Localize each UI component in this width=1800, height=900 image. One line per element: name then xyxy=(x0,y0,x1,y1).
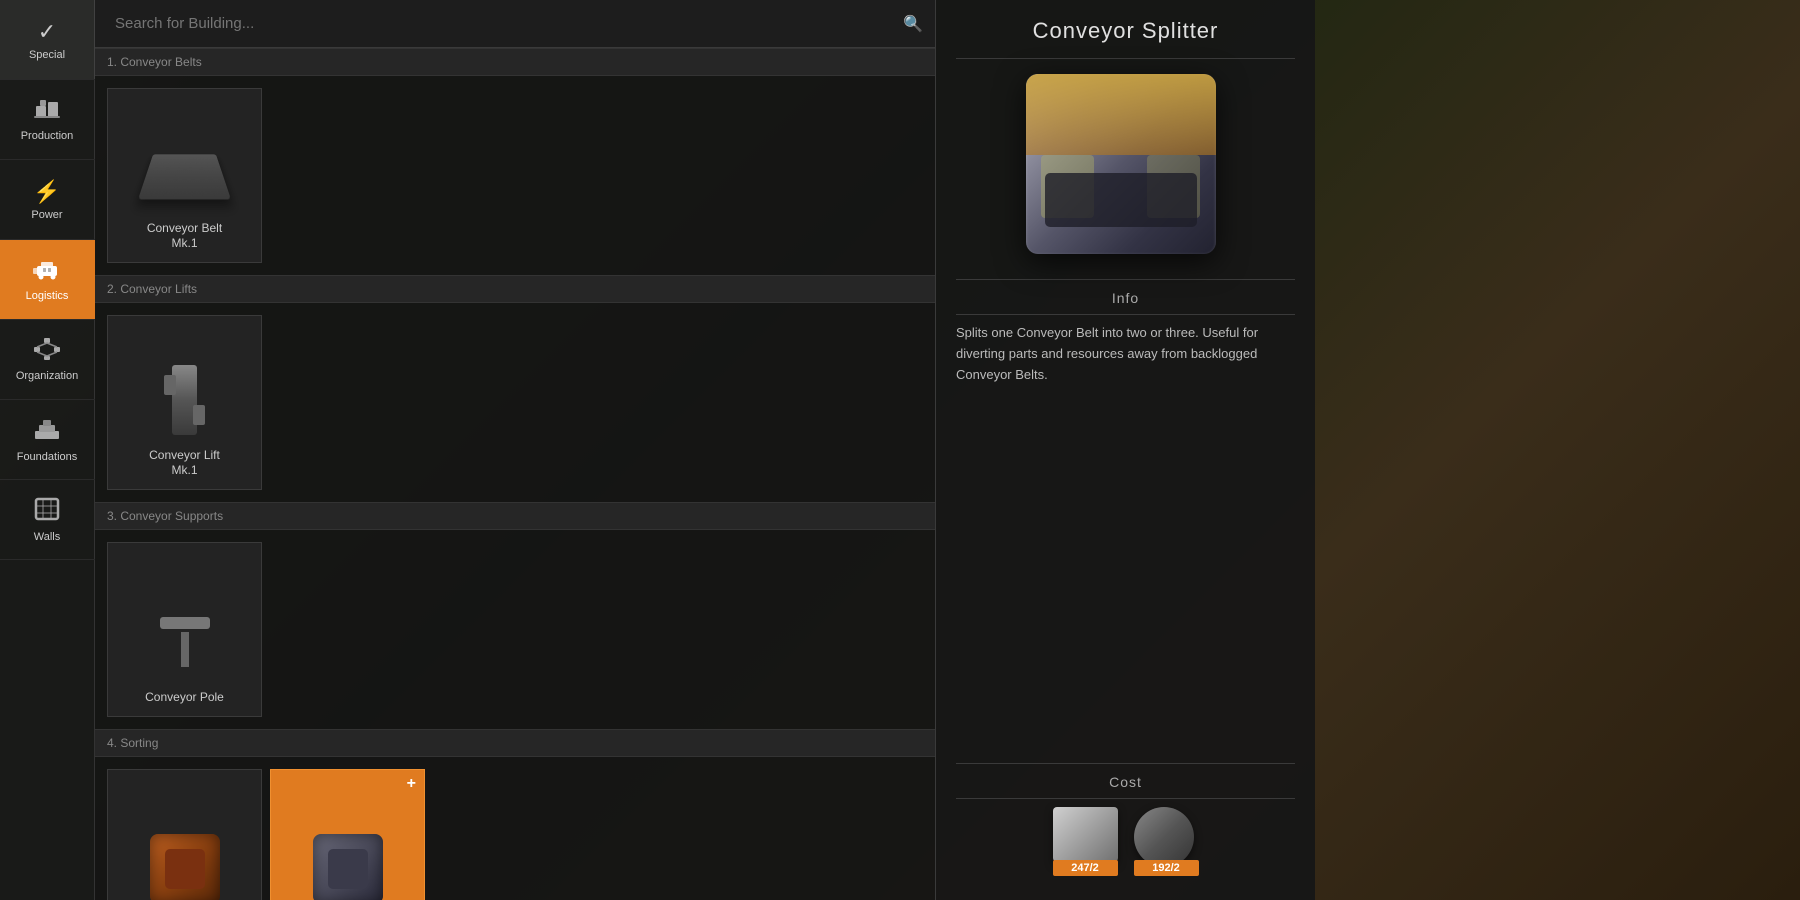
game-world xyxy=(1315,0,1800,900)
sidebar-item-organization[interactable]: Organization xyxy=(0,320,95,400)
sidebar-item-special[interactable]: ✓ Special xyxy=(0,0,95,80)
detail-image-container xyxy=(936,59,1315,279)
cost-items: 247/2 192/2 xyxy=(936,799,1315,880)
detail-description: Splits one Conveyor Belt into two or thr… xyxy=(936,315,1315,401)
production-icon xyxy=(34,98,60,126)
section-items-sorting: Conveyor Merger + Conveyor Splitter xyxy=(95,757,935,900)
splitter-opening-right xyxy=(1147,155,1200,218)
cost-item-iron-plate: 247/2 xyxy=(1053,807,1118,872)
building-item-conveyor-pole[interactable]: Conveyor Pole xyxy=(107,542,262,717)
round-item-image: 192/2 xyxy=(1134,807,1199,872)
building-panel: 🔍 1. Conveyor Belts Conveyor Belt Mk.1 2… xyxy=(95,0,935,900)
splitter-opening-left xyxy=(1041,155,1094,218)
section-header-conveyor-lifts: 2. Conveyor Lifts xyxy=(95,275,935,303)
round-item-icon xyxy=(1134,807,1194,867)
search-bar: 🔍 xyxy=(95,0,935,48)
sidebar-label-power: Power xyxy=(31,209,62,221)
building-list: 1. Conveyor Belts Conveyor Belt Mk.1 2. … xyxy=(95,48,935,900)
splitter-3d-model xyxy=(1026,74,1216,254)
section-items-conveyor-lifts: Conveyor Lift Mk.1 xyxy=(95,303,935,502)
section-header-sorting: 4. Sorting xyxy=(95,729,935,757)
sidebar-label-foundations: Foundations xyxy=(17,451,78,463)
section-header-conveyor-supports: 3. Conveyor Supports xyxy=(95,502,935,530)
sidebar-label-organization: Organization xyxy=(16,370,78,382)
walls-icon xyxy=(34,497,60,527)
building-item-conveyor-lift-mk1[interactable]: Conveyor Lift Mk.1 xyxy=(107,315,262,490)
sidebar-label-production: Production xyxy=(21,130,74,142)
search-input[interactable] xyxy=(107,15,903,32)
conveyor-belt-name: Conveyor Belt Mk.1 xyxy=(147,221,222,252)
sidebar-item-logistics[interactable]: Logistics xyxy=(0,240,95,320)
conveyor-merger-icon xyxy=(145,829,225,900)
conveyor-splitter-icon xyxy=(308,829,388,900)
section-items-conveyor-belts: Conveyor Belt Mk.1 xyxy=(95,76,935,275)
conveyor-lift-name: Conveyor Lift Mk.1 xyxy=(149,448,220,479)
splitter-3d-image xyxy=(1026,74,1226,264)
section-header-conveyor-belts: 1. Conveyor Belts xyxy=(95,48,935,76)
sidebar-item-power[interactable]: ⚡ Power xyxy=(0,160,95,240)
sidebar-item-production[interactable]: Production xyxy=(0,80,95,160)
section-items-conveyor-supports: Conveyor Pole xyxy=(95,530,935,729)
building-item-conveyor-belt-mk1[interactable]: Conveyor Belt Mk.1 xyxy=(107,88,262,263)
conveyor-pole-icon xyxy=(145,602,225,682)
sidebar-item-foundations[interactable]: Foundations xyxy=(0,400,95,480)
sidebar-label-special: Special xyxy=(29,49,65,61)
cost-badge-iron-plate: 247/2 xyxy=(1053,860,1118,876)
detail-title: Conveyor Splitter xyxy=(936,0,1315,58)
organization-icon xyxy=(34,338,60,366)
conveyor-belt-icon xyxy=(145,133,225,213)
detail-cost-label: Cost xyxy=(936,764,1315,798)
power-icon: ⚡ xyxy=(33,179,60,205)
conveyor-lift-icon xyxy=(145,360,225,440)
building-item-conveyor-merger[interactable]: Conveyor Merger xyxy=(107,769,262,900)
detail-panel: Conveyor Splitter Info Splits one Convey… xyxy=(935,0,1315,900)
conveyor-pole-name: Conveyor Pole xyxy=(145,690,224,706)
sidebar-label-logistics: Logistics xyxy=(26,290,69,302)
detail-info-label: Info xyxy=(936,280,1315,314)
foundations-icon xyxy=(33,417,61,447)
cost-item-round: 192/2 xyxy=(1134,807,1199,872)
special-icon: ✓ xyxy=(38,19,56,45)
logistics-icon xyxy=(33,258,61,286)
detail-cost-section: Cost 247/2 192/2 xyxy=(936,763,1315,900)
sidebar-item-walls[interactable]: Walls xyxy=(0,480,95,560)
sidebar-label-walls: Walls xyxy=(34,531,60,543)
iron-plate-icon xyxy=(1053,807,1118,862)
plus-icon: + xyxy=(407,775,416,793)
sidebar: ✓ Special Production ⚡ Power xyxy=(0,0,95,900)
building-item-conveyor-splitter[interactable]: + Conveyor Splitter xyxy=(270,769,425,900)
cost-badge-round: 192/2 xyxy=(1134,860,1199,876)
iron-plate-image: 247/2 xyxy=(1053,807,1118,872)
search-icon: 🔍 xyxy=(903,14,923,34)
